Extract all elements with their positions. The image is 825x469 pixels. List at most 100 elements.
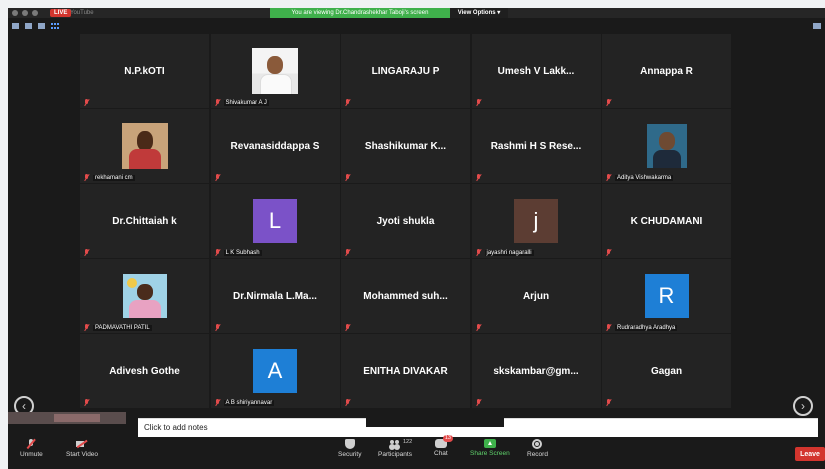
muted-mic-icon [83, 99, 90, 107]
participant-name: Shashikumar K... [364, 140, 447, 152]
start-video-button[interactable]: Start Video [66, 439, 98, 458]
participant-name: Arjun [522, 290, 550, 302]
participant-tile[interactable]: L L K Subhash [210, 184, 340, 258]
participant-tile[interactable]: Gagan [602, 334, 731, 408]
participant-tile[interactable]: Shivakumar A J [210, 34, 340, 108]
participant-tile[interactable]: Mohammed suh... [341, 259, 470, 333]
participant-tile[interactable]: skskambar@gm... [471, 334, 601, 408]
tile-footer [80, 398, 90, 408]
start-video-label: Start Video [66, 451, 99, 458]
participant-name-label: Aditya Vishwakarma [615, 175, 674, 181]
fullscreen-icon[interactable] [813, 23, 821, 29]
record-label: Record [527, 451, 548, 458]
muted-mic-icon [214, 99, 221, 107]
muted-mic-icon [344, 324, 351, 332]
participant-name: Dr.Chittaiah k [112, 215, 177, 227]
participants-button[interactable]: 122 Participants [378, 439, 412, 458]
participant-tile[interactable]: ENITHA DIVAKAR [341, 334, 470, 408]
muted-mic-icon [214, 249, 221, 257]
participant-name: Rashmi H S Rese... [490, 140, 582, 152]
view-options-button[interactable]: View Options ▾ [450, 8, 508, 18]
muted-mic-icon [605, 399, 612, 407]
participant-tile[interactable]: Revanasiddappa S [210, 109, 340, 183]
mic-off-icon [25, 439, 37, 449]
participant-name: Adivesh Gothe [109, 365, 180, 377]
info-icon[interactable] [12, 10, 18, 16]
shield-icon [32, 10, 38, 16]
tile-footer [211, 173, 221, 183]
participant-tile[interactable]: Shashikumar K... [341, 109, 470, 183]
muted-mic-icon [475, 249, 482, 257]
leave-button[interactable]: Leave [795, 447, 825, 461]
participant-name-label: Rudraradhya Aradhya [615, 325, 678, 331]
tile-footer [211, 323, 221, 333]
notes-handle [366, 418, 504, 427]
video-off-icon [76, 439, 88, 449]
participant-tile[interactable]: K CHUDAMANI [602, 184, 731, 258]
muted-mic-icon [214, 324, 221, 332]
lock-icon [22, 10, 28, 16]
participants-count: 122 [402, 439, 413, 445]
live-badge[interactable]: LIVE [50, 9, 72, 17]
participant-name: N.P.kOTI [124, 65, 165, 77]
share-screen-label: Share Screen [470, 450, 510, 457]
screen-share-banner: You are viewing Dr.Chandrashekhar Taboji… [270, 8, 450, 18]
minimize-icon[interactable] [12, 23, 19, 29]
participant-tile[interactable]: Annappa R [602, 34, 731, 108]
share-screen-button[interactable]: Share Screen [470, 439, 510, 457]
chat-button[interactable]: 13 Chat [434, 435, 453, 457]
participant-tile[interactable]: Dr.Nirmala L.Ma... [210, 259, 340, 333]
participant-tile[interactable]: Arjun [471, 259, 601, 333]
muted-mic-icon [475, 399, 482, 407]
participant-tile[interactable]: N.P.kOTI [80, 34, 209, 108]
participant-tile[interactable]: Dr.Chittaiah k [80, 184, 209, 258]
security-label: Security [338, 451, 362, 458]
record-button[interactable]: Record [527, 439, 548, 458]
participant-video [121, 123, 168, 169]
list-view-icon[interactable] [38, 23, 45, 29]
participant-name-label: A B shiriyannavar [223, 400, 275, 406]
view-toolbar [8, 20, 825, 34]
muted-mic-icon [214, 399, 221, 407]
participant-tile[interactable]: Jyoti shukla [341, 184, 470, 258]
participants-icon: 122 [389, 439, 412, 449]
muted-mic-icon [605, 324, 612, 332]
participant-tile[interactable]: j jayashri nagaralli [471, 184, 601, 258]
participant-tile[interactable]: R Rudraradhya Aradhya [602, 259, 731, 333]
participant-tile[interactable]: A A B shiriyannavar [210, 334, 340, 408]
participant-tile[interactable]: PADMAVATHI PATIL [80, 259, 209, 333]
participant-tile[interactable]: rekhamani cm [80, 109, 209, 183]
tile-footer [602, 398, 612, 408]
unmute-button[interactable]: Unmute [20, 439, 43, 458]
participant-tile[interactable]: Umesh V Lakk... [471, 34, 601, 108]
participant-name-label: rekhamani cm [93, 175, 135, 181]
participant-name: LINGARAJU P [371, 65, 440, 77]
muted-mic-icon [83, 324, 90, 332]
gallery-view-icon[interactable] [51, 23, 59, 29]
window-controls [12, 9, 38, 17]
view-options-label: View Options [457, 10, 496, 16]
participant-name-label: L K Subhash [223, 250, 262, 256]
participant-video [122, 274, 167, 318]
participant-tile[interactable]: Adivesh Gothe [80, 334, 209, 408]
muted-mic-icon [83, 399, 90, 407]
chat-icon: 13 [434, 435, 453, 448]
next-page-button[interactable]: › [793, 396, 813, 416]
participant-name-label: Shivakumar A J [223, 100, 269, 106]
participant-tile[interactable]: Rashmi H S Rese... [471, 109, 601, 183]
participant-name: skskambar@gm... [493, 365, 579, 377]
tile-footer [341, 398, 351, 408]
meeting-toolbar: Unmute Start Video Security 122 Particip… [8, 435, 825, 469]
tile-footer [80, 98, 90, 108]
security-button[interactable]: Security [338, 439, 361, 458]
participant-name: Gagan [650, 365, 683, 377]
speaker-view-icon[interactable] [25, 23, 32, 29]
participant-tile[interactable]: Aditya Vishwakarma [602, 109, 731, 183]
muted-mic-icon [344, 99, 351, 107]
tile-footer [602, 98, 612, 108]
tile-footer: L K Subhash [211, 248, 262, 258]
participant-tile[interactable]: LINGARAJU P [341, 34, 470, 108]
tile-footer [472, 173, 482, 183]
participant-name: K CHUDAMANI [630, 215, 703, 227]
chevron-left-icon: ‹ [22, 399, 26, 413]
